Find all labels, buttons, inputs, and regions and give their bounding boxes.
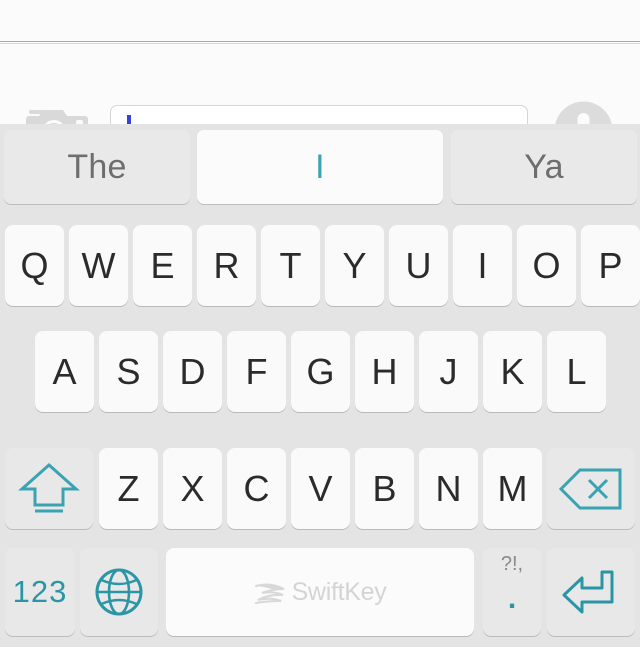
space-key[interactable]: SwiftKey xyxy=(166,548,474,636)
punctuation-period-label: . xyxy=(507,582,517,615)
suggestion-label: I xyxy=(315,147,325,186)
key-k[interactable]: K xyxy=(483,331,542,412)
key-r[interactable]: R xyxy=(197,225,256,306)
suggestion-label: Ya xyxy=(524,147,564,186)
key-u[interactable]: U xyxy=(389,225,448,306)
top-blank-area xyxy=(0,0,640,41)
key-label: T xyxy=(279,244,302,286)
backspace-key[interactable] xyxy=(547,448,635,529)
key-o[interactable]: O xyxy=(517,225,576,306)
key-j[interactable]: J xyxy=(419,331,478,412)
key-n[interactable]: N xyxy=(419,448,478,529)
key-s[interactable]: S xyxy=(99,331,158,412)
key-label: V xyxy=(308,467,333,509)
key-f[interactable]: F xyxy=(227,331,286,412)
key-v[interactable]: V xyxy=(291,448,350,529)
key-label: U xyxy=(405,244,432,286)
swiftkey-keyboard-screen: The I Ya QWERTYU I OP ASDFGHJKL ZXCVBNM 12… xyxy=(0,0,640,647)
key-d[interactable]: D xyxy=(163,331,222,412)
enter-return-icon xyxy=(562,570,614,614)
key-label: K xyxy=(500,350,525,392)
suggestion-candidate-2[interactable]: Ya xyxy=(451,130,637,204)
key-label: D xyxy=(179,350,206,392)
globe-language-icon xyxy=(95,568,143,616)
key-label: Z xyxy=(117,467,140,509)
key-label: F xyxy=(245,350,268,392)
shift-key[interactable] xyxy=(5,448,93,529)
key-label: A xyxy=(52,350,77,392)
numeric-mode-label: 123 xyxy=(12,574,68,609)
numeric-mode-key[interactable]: 123 xyxy=(5,548,75,636)
prediction-suggestion-bar: The I Ya xyxy=(0,124,640,221)
key-label: J xyxy=(439,350,458,392)
key-label: G xyxy=(306,350,335,392)
key-e[interactable]: E xyxy=(133,225,192,306)
key-p[interactable]: P xyxy=(581,225,640,306)
key-y[interactable]: Y xyxy=(325,225,384,306)
key-i[interactable]: I xyxy=(453,225,512,306)
punctuation-key[interactable]: ?!, . xyxy=(483,548,541,636)
key-t[interactable]: T xyxy=(261,225,320,306)
keyboard-area: QWERTYU I OP ASDFGHJKL ZXCVBNM 123 SwiftKe… xyxy=(0,221,640,647)
shift-arrow-icon xyxy=(18,462,80,512)
suggestion-candidate-0[interactable]: The xyxy=(4,130,190,204)
key-a[interactable]: A xyxy=(35,331,94,412)
key-z[interactable]: Z xyxy=(99,448,158,529)
key-g[interactable]: G xyxy=(291,331,350,412)
swiftkey-branding: SwiftKey xyxy=(254,578,387,607)
key-label: P xyxy=(598,244,623,286)
enter-key[interactable] xyxy=(547,548,635,636)
swiftkey-logo-icon xyxy=(254,583,285,605)
text-input-bar xyxy=(0,44,640,160)
swiftkey-wordmark: SwiftKey xyxy=(291,577,387,606)
suggestion-label: The xyxy=(67,147,127,186)
key-b[interactable]: B xyxy=(355,448,414,529)
key-label: H xyxy=(371,350,398,392)
globe-language-key[interactable] xyxy=(80,548,158,636)
key-label: C xyxy=(243,467,270,509)
key-label: M xyxy=(497,467,528,509)
key-label: I xyxy=(477,244,488,286)
key-l[interactable]: L xyxy=(547,331,606,412)
top-divider-line xyxy=(0,41,640,42)
key-label: L xyxy=(566,350,587,392)
key-label: Y xyxy=(342,244,367,286)
key-label: X xyxy=(180,467,205,509)
key-label: E xyxy=(150,244,175,286)
key-label: Q xyxy=(20,244,49,286)
key-label: N xyxy=(435,467,462,509)
key-q[interactable]: Q xyxy=(5,225,64,306)
key-w[interactable]: W xyxy=(69,225,128,306)
key-label: O xyxy=(532,244,561,286)
punctuation-top-label: ?!, xyxy=(500,553,524,575)
suggestion-candidate-1[interactable]: I xyxy=(197,130,443,204)
key-m[interactable]: M xyxy=(483,448,542,529)
key-label: B xyxy=(372,467,397,509)
key-label: S xyxy=(116,350,141,392)
key-label: R xyxy=(213,244,240,286)
key-label: W xyxy=(81,244,116,286)
key-h[interactable]: H xyxy=(355,331,414,412)
backspace-delete-icon xyxy=(558,468,622,509)
key-x[interactable]: X xyxy=(163,448,222,529)
key-c[interactable]: C xyxy=(227,448,286,529)
